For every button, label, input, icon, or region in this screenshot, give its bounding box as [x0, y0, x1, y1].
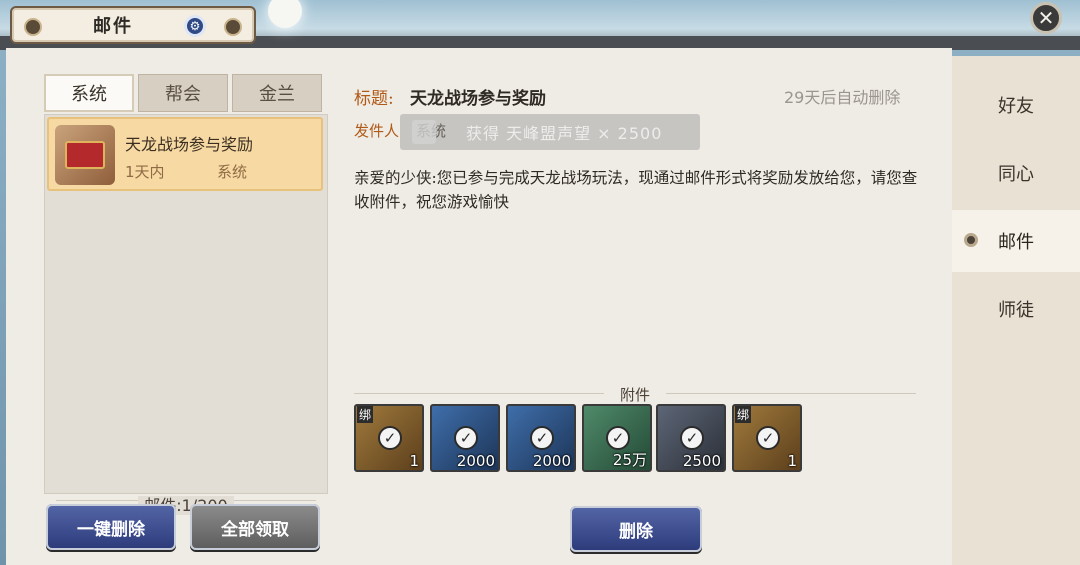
mail-tabs: 系统 帮会 金兰	[44, 74, 328, 112]
bound-badge: 绑	[357, 406, 374, 423]
sword-item-icon[interactable]: ✓ 2500	[656, 404, 726, 472]
item-quantity: 2000	[532, 452, 571, 470]
list-item[interactable]: 天龙战场参与奖励 1天内 系统	[47, 117, 323, 191]
item-quantity: 2000	[456, 452, 495, 470]
check-icon: ✓	[530, 426, 554, 450]
mail-list: 天龙战场参与奖励 1天内 系统	[44, 114, 328, 494]
item-quantity: 2500	[682, 452, 721, 470]
scroll-item-icon[interactable]: ✓ 2000	[430, 404, 500, 472]
mail-item-sender: 系统	[217, 163, 248, 181]
reward-chest-icon	[55, 125, 115, 185]
ornament-right-icon	[224, 18, 242, 36]
check-icon: ✓	[756, 426, 780, 450]
chest-item-icon[interactable]: 绑 ✓ 1	[732, 404, 802, 472]
mail-item-time: 1天内	[125, 163, 165, 181]
coin-item-icon[interactable]: ✓ 25万	[582, 404, 652, 472]
sender-label: 发件人	[354, 122, 400, 140]
expire-note: 29天后自动删除	[784, 88, 901, 107]
nav-item-mail[interactable]: 邮件	[952, 210, 1080, 272]
nav-item-bond[interactable]: 同心	[952, 142, 1080, 204]
mail-subject: 天龙战场参与奖励	[410, 89, 546, 109]
key-item-icon[interactable]: ✓ 2000	[506, 404, 576, 472]
close-icon[interactable]: ✕	[1030, 2, 1062, 34]
divider	[354, 393, 604, 394]
item-quantity: 1	[787, 452, 797, 470]
card-item-icon[interactable]: 绑 ✓ 1	[354, 404, 424, 472]
divider	[666, 393, 916, 394]
reputation-icon	[412, 120, 436, 144]
mail-panel: 系统 帮会 金兰 天龙战场参与奖励 1天内 系统 邮件:1/200 一键删除 全…	[6, 48, 952, 565]
mail-list-column: 系统 帮会 金兰 天龙战场参与奖励 1天内 系统 邮件:1/200	[44, 74, 328, 515]
nav-item-mentor[interactable]: 师徒	[952, 278, 1080, 340]
reward-toast: 获得 天峰盟声望 × 2500	[400, 114, 700, 150]
toast-text: 获得 天峰盟声望 × 2500	[466, 124, 663, 143]
attachments-label: 附件	[620, 386, 651, 404]
check-icon: ✓	[378, 426, 402, 450]
moon-decoration	[268, 0, 302, 28]
mail-item-title: 天龙战场参与奖励	[125, 135, 254, 154]
gear-icon[interactable]: ⚙	[184, 15, 206, 37]
ornament-left-icon	[24, 18, 42, 36]
tab-guild[interactable]: 帮会	[138, 74, 228, 112]
bound-badge: 绑	[735, 406, 752, 423]
subject-label: 标题:	[354, 89, 394, 109]
item-quantity: 1	[409, 452, 419, 470]
window-title-plate: 邮件 ⚙	[10, 6, 256, 44]
nav-item-friends[interactable]: 好友	[952, 74, 1080, 136]
delete-all-button[interactable]: 一键删除	[46, 504, 176, 550]
page-title: 邮件	[93, 16, 133, 37]
check-icon: ✓	[454, 426, 478, 450]
side-nav: 好友 同心 邮件 师徒	[952, 56, 1080, 565]
check-icon: ✓	[606, 426, 630, 450]
collect-all-button[interactable]: 全部领取	[190, 504, 320, 550]
nav-item-label: 邮件	[998, 232, 1034, 253]
item-quantity: 25万	[612, 451, 647, 469]
tab-sworn[interactable]: 金兰	[232, 74, 322, 112]
selected-indicator-icon	[964, 233, 978, 247]
check-icon: ✓	[680, 426, 704, 450]
mail-body: 亲爱的少侠:您已参与完成天龙战场玩法，现通过邮件形式将奖励发放给您，请您查收附件…	[354, 169, 918, 211]
tab-system[interactable]: 系统	[44, 74, 134, 112]
delete-button[interactable]: 删除	[570, 506, 702, 552]
